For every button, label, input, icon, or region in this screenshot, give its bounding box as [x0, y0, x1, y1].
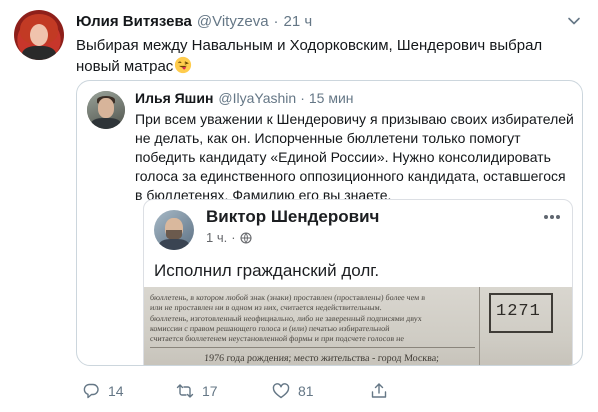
quoted-author-name[interactable]: Илья Яшин — [135, 90, 213, 106]
ballot-text-line: бюллетень, в котором любой знак (знаки) … — [149, 293, 426, 302]
retweet-count: 17 — [202, 383, 218, 399]
quoted-tweet-text: При всем уважении к Шендеровичу я призыв… — [135, 111, 574, 203]
like-button[interactable]: 81 — [272, 380, 314, 402]
tweet[interactable]: Юлия Витязева @Vityzeva · 21 ч Выбирая м… — [0, 0, 598, 412]
reply-button[interactable]: 14 — [82, 380, 124, 402]
tweet-timestamp[interactable]: 21 ч — [284, 13, 313, 30]
ballot-text-line: бюллетень, изготовленный неофициально, л… — [149, 314, 423, 323]
share-icon — [371, 383, 387, 398]
ballot-photo: бюллетень, в котором любой знак (знаки) … — [144, 287, 572, 365]
ballot-text-line: или не проставлен ни в одном из них, счи… — [149, 303, 383, 312]
retweet-icon — [176, 384, 194, 398]
quoted-tweet-header: Илья Яшин @IlyaYashin · 15 мин — [135, 89, 354, 107]
more-options-icon — [544, 215, 560, 219]
author-avatar[interactable] — [14, 10, 64, 60]
quoted-timestamp[interactable]: 15 мин — [309, 90, 354, 106]
heart-icon — [272, 383, 290, 399]
tweet-text-body: Выбирая между Навальным и Ходорковским, … — [76, 37, 543, 75]
quoted-tweet[interactable]: Илья Яшин @IlyaYashin · 15 мин При всем … — [76, 80, 583, 366]
facebook-post-screenshot[interactable]: Виктор Шендерович 1 ч. · Исполнил гражда… — [143, 199, 573, 365]
like-count: 81 — [298, 383, 314, 399]
ballot-text-line: 1976 года рождения; место жительства - г… — [203, 353, 440, 364]
globe-icon — [240, 231, 252, 244]
retweet-button[interactable]: 17 — [176, 380, 218, 402]
facebook-post-text: Исполнил гражданский долг. — [154, 261, 380, 280]
ballot-text-line: считается бюллетенем неустановленной фор… — [149, 334, 405, 343]
facebook-post-time: 1 ч. — [206, 230, 228, 245]
separator-dot: · — [273, 12, 279, 30]
separator-dot: · — [231, 230, 236, 245]
tweet-actions: 14 17 81 — [76, 380, 596, 402]
reply-icon — [83, 383, 99, 399]
reply-count: 14 — [108, 383, 124, 399]
author-name[interactable]: Юлия Витязева — [76, 13, 192, 30]
share-button[interactable] — [370, 380, 396, 402]
quoted-author-handle[interactable]: @IlyaYashin — [218, 90, 296, 106]
separator-dot: · — [300, 90, 305, 106]
facebook-author-name: Виктор Шендерович — [206, 207, 380, 226]
facebook-author-avatar — [154, 210, 194, 250]
winking-tongue-emoji-icon — [175, 56, 192, 74]
ballot-number: 1271 — [496, 302, 541, 321]
ballot-text-line: комиссии с правом решающего голоса и (ил… — [149, 324, 390, 333]
author-handle[interactable]: @Vityzeva — [197, 13, 269, 30]
quoted-author-avatar[interactable] — [87, 91, 125, 129]
tweet-text: Выбирая между Навальным и Ходорковским, … — [76, 35, 576, 77]
chevron-down-icon[interactable] — [567, 14, 581, 28]
facebook-post-meta: 1 ч. · — [206, 230, 252, 245]
tweet-header: Юлия Витязева @Vityzeva · 21 ч — [76, 11, 312, 31]
